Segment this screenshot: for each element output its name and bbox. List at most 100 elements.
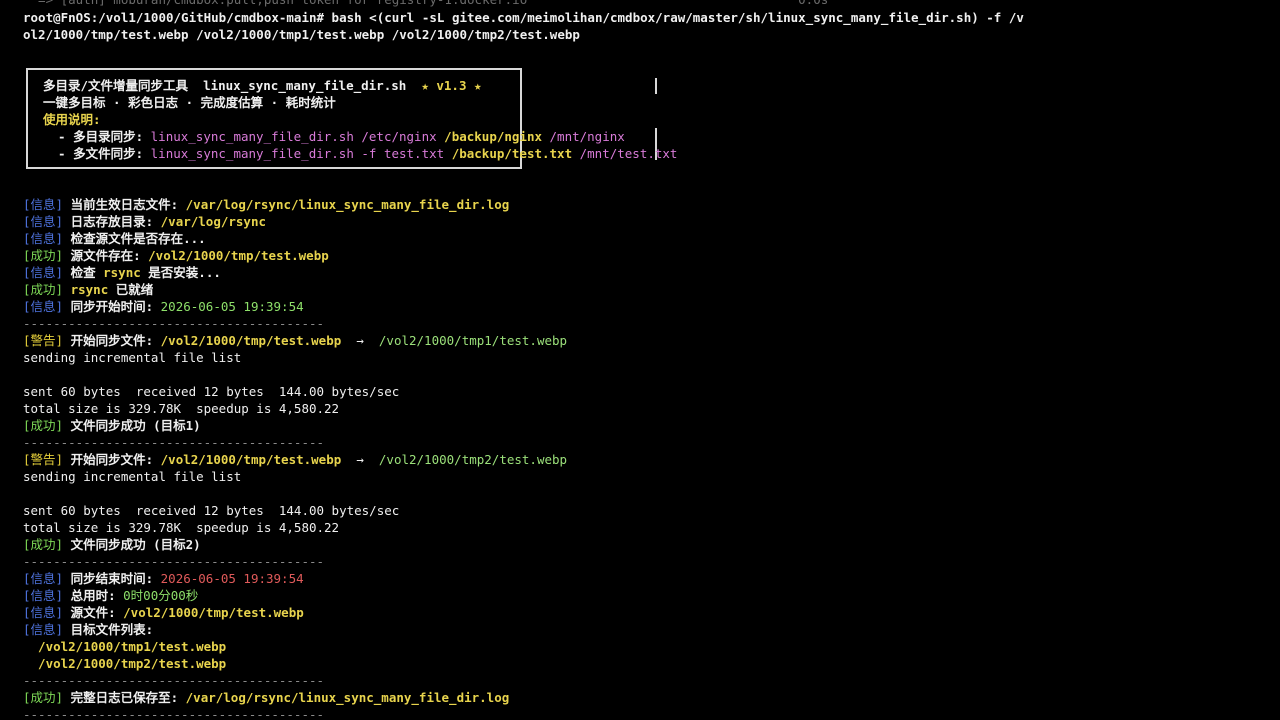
target-path: /vol2/1000/tmp1/test.webp bbox=[378, 333, 568, 348]
log-text: 源文件存在: bbox=[63, 248, 149, 263]
usage-arg: /mnt/test.txt bbox=[579, 146, 678, 161]
banner-border-fragment bbox=[655, 78, 657, 94]
log-line: [成功] rsync 已就绪 bbox=[23, 281, 153, 298]
log-text: 已就绪 bbox=[108, 282, 154, 297]
banner-title-text: 多目录/文件增量同步工具 linux_sync_many_file_dir.sh bbox=[43, 78, 422, 93]
rsync-output: sending incremental file list bbox=[23, 350, 242, 365]
banner-features: 一键多目标 · 彩色日志 · 完成度估算 · 耗时统计 bbox=[43, 95, 336, 110]
separator: ---------------------------------------- bbox=[23, 554, 325, 569]
target-list-item: /vol2/1000/tmp2/test.webp bbox=[23, 656, 227, 671]
log-value: /var/log/rsync bbox=[160, 214, 266, 229]
info-tag: [信息] bbox=[23, 588, 64, 603]
source-path: /vol2/1000/tmp/test.webp bbox=[160, 452, 342, 467]
log-line: [信息] 检查源文件是否存在... bbox=[23, 230, 206, 247]
log-line: [信息] 检查 rsync 是否安装... bbox=[23, 264, 221, 281]
log-text: 检查源文件是否存在... bbox=[63, 231, 206, 246]
log-line: [成功] 完整日志已保存至: /var/log/rsync/linux_sync… bbox=[23, 689, 509, 706]
warn-tag: [警告] bbox=[23, 333, 64, 348]
usage-label: - 多文件同步: bbox=[43, 146, 151, 161]
log-text: 文件同步成功 (目标2) bbox=[63, 537, 201, 552]
log-text: 同步开始时间: bbox=[63, 299, 161, 314]
log-text: 总用时: bbox=[63, 588, 124, 603]
duration: 0时00分00秒 bbox=[123, 588, 199, 603]
log-text: 当前生效日志文件: bbox=[63, 197, 186, 212]
banner-version: ★ v1.3 ★ bbox=[421, 78, 482, 93]
log-line: [信息] 当前生效日志文件: /var/log/rsync/linux_sync… bbox=[23, 196, 509, 213]
log-line: [信息] 目标文件列表: bbox=[23, 621, 153, 638]
log-line: [成功] 源文件存在: /vol2/1000/tmp/test.webp bbox=[23, 247, 329, 264]
log-text: 目标文件列表: bbox=[63, 622, 154, 637]
log-text: 源文件: bbox=[63, 605, 124, 620]
log-value: rsync bbox=[103, 265, 141, 280]
info-tag: [信息] bbox=[23, 605, 64, 620]
rsync-output: sending incremental file list bbox=[23, 469, 242, 484]
log-text: 日志存放目录: bbox=[63, 214, 161, 229]
log-text: 同步结束时间: bbox=[63, 571, 161, 586]
target-path: /vol2/1000/tmp2/test.webp bbox=[378, 452, 568, 467]
usage-script: linux_sync_many_file_dir.sh bbox=[150, 146, 362, 161]
log-text: 检查 bbox=[63, 265, 104, 280]
timestamp: 2026-06-05 19:39:54 bbox=[160, 571, 304, 586]
usage-script: linux_sync_many_file_dir.sh bbox=[150, 129, 362, 144]
log-line: [信息] 日志存放目录: /var/log/rsync bbox=[23, 213, 266, 230]
log-text: 是否安装... bbox=[140, 265, 221, 280]
log-line: [警告] 开始同步文件: /vol2/1000/tmp/test.webp → … bbox=[23, 451, 567, 468]
info-tag: [信息] bbox=[23, 214, 64, 229]
scrolled-output-line: => [auth] moburan/cmdbox.pull,push token… bbox=[23, 0, 828, 8]
separator: ---------------------------------------- bbox=[23, 316, 325, 331]
source-path: /vol2/1000/tmp/test.webp bbox=[160, 333, 342, 348]
usage-arg: /backup/nginx bbox=[444, 129, 550, 144]
rsync-output: total size is 329.78K speedup is 4,580.2… bbox=[23, 401, 340, 416]
command-prompt-line: root@FnOS:/vol1/1000/GitHub/cmdbox-main#… bbox=[23, 10, 1024, 25]
log-value: /vol2/1000/tmp/test.webp bbox=[148, 248, 329, 263]
ok-tag: [成功] bbox=[23, 282, 64, 297]
command-prompt-line-wrap: ol2/1000/tmp/test.webp /vol2/1000/tmp1/t… bbox=[23, 27, 580, 42]
info-tag: [信息] bbox=[23, 265, 64, 280]
banner-usage-label: 使用说明: bbox=[43, 112, 101, 127]
log-line: [警告] 开始同步文件: /vol2/1000/tmp/test.webp → … bbox=[23, 332, 567, 349]
separator: ---------------------------------------- bbox=[23, 435, 325, 450]
banner-usage-dir: - 多目录同步: linux_sync_many_file_dir.sh /et… bbox=[43, 128, 625, 145]
usage-arg: /backup/test.txt bbox=[451, 146, 580, 161]
usage-arg: /etc/nginx bbox=[361, 129, 445, 144]
log-value: /var/log/rsync/linux_sync_many_file_dir.… bbox=[185, 690, 510, 705]
arrow: → bbox=[341, 452, 379, 467]
log-line: [成功] 文件同步成功 (目标2) bbox=[23, 536, 201, 553]
info-tag: [信息] bbox=[23, 197, 64, 212]
log-value: rsync bbox=[63, 282, 109, 297]
log-line: [成功] 文件同步成功 (目标1) bbox=[23, 417, 201, 434]
target-list-item: /vol2/1000/tmp1/test.webp bbox=[23, 639, 227, 654]
info-tag: [信息] bbox=[23, 299, 64, 314]
log-line: [信息] 同步结束时间: 2026-06-05 19:39:54 bbox=[23, 570, 304, 587]
rsync-output: sent 60 bytes received 12 bytes 144.00 b… bbox=[23, 503, 400, 518]
rsync-output: sent 60 bytes received 12 bytes 144.00 b… bbox=[23, 384, 400, 399]
info-tag: [信息] bbox=[23, 622, 64, 637]
log-text: 完整日志已保存至: bbox=[63, 690, 186, 705]
arrow: → bbox=[341, 333, 379, 348]
warn-tag: [警告] bbox=[23, 452, 64, 467]
log-text: 开始同步文件: bbox=[63, 452, 161, 467]
ok-tag: [成功] bbox=[23, 537, 64, 552]
info-tag: [信息] bbox=[23, 571, 64, 586]
banner-title: 多目录/文件增量同步工具 linux_sync_many_file_dir.sh… bbox=[43, 77, 482, 94]
log-line: [信息] 源文件: /vol2/1000/tmp/test.webp bbox=[23, 604, 304, 621]
timestamp: 2026-06-05 19:39:54 bbox=[160, 299, 304, 314]
ok-tag: [成功] bbox=[23, 418, 64, 433]
log-text: 文件同步成功 (目标1) bbox=[63, 418, 201, 433]
usage-arg: /mnt/nginx bbox=[549, 129, 625, 144]
ok-tag: [成功] bbox=[23, 690, 64, 705]
usage-flag: -f bbox=[361, 146, 384, 161]
rsync-output: total size is 329.78K speedup is 4,580.2… bbox=[23, 520, 340, 535]
terminal-window[interactable]: => [auth] moburan/cmdbox.pull,push token… bbox=[0, 0, 1280, 720]
separator: ---------------------------------------- bbox=[23, 673, 325, 688]
ok-tag: [成功] bbox=[23, 248, 64, 263]
log-value: /var/log/rsync/linux_sync_many_file_dir.… bbox=[185, 197, 510, 212]
banner-usage-file: - 多文件同步: linux_sync_many_file_dir.sh -f … bbox=[43, 145, 677, 162]
log-line: [信息] 总用时: 0时00分00秒 bbox=[23, 587, 198, 604]
separator: ---------------------------------------- bbox=[23, 707, 325, 720]
usage-label: - 多目录同步: bbox=[43, 129, 151, 144]
log-value: /vol2/1000/tmp/test.webp bbox=[123, 605, 304, 620]
usage-arg: test.txt bbox=[383, 146, 452, 161]
log-line: [信息] 同步开始时间: 2026-06-05 19:39:54 bbox=[23, 298, 304, 315]
log-text: 开始同步文件: bbox=[63, 333, 161, 348]
